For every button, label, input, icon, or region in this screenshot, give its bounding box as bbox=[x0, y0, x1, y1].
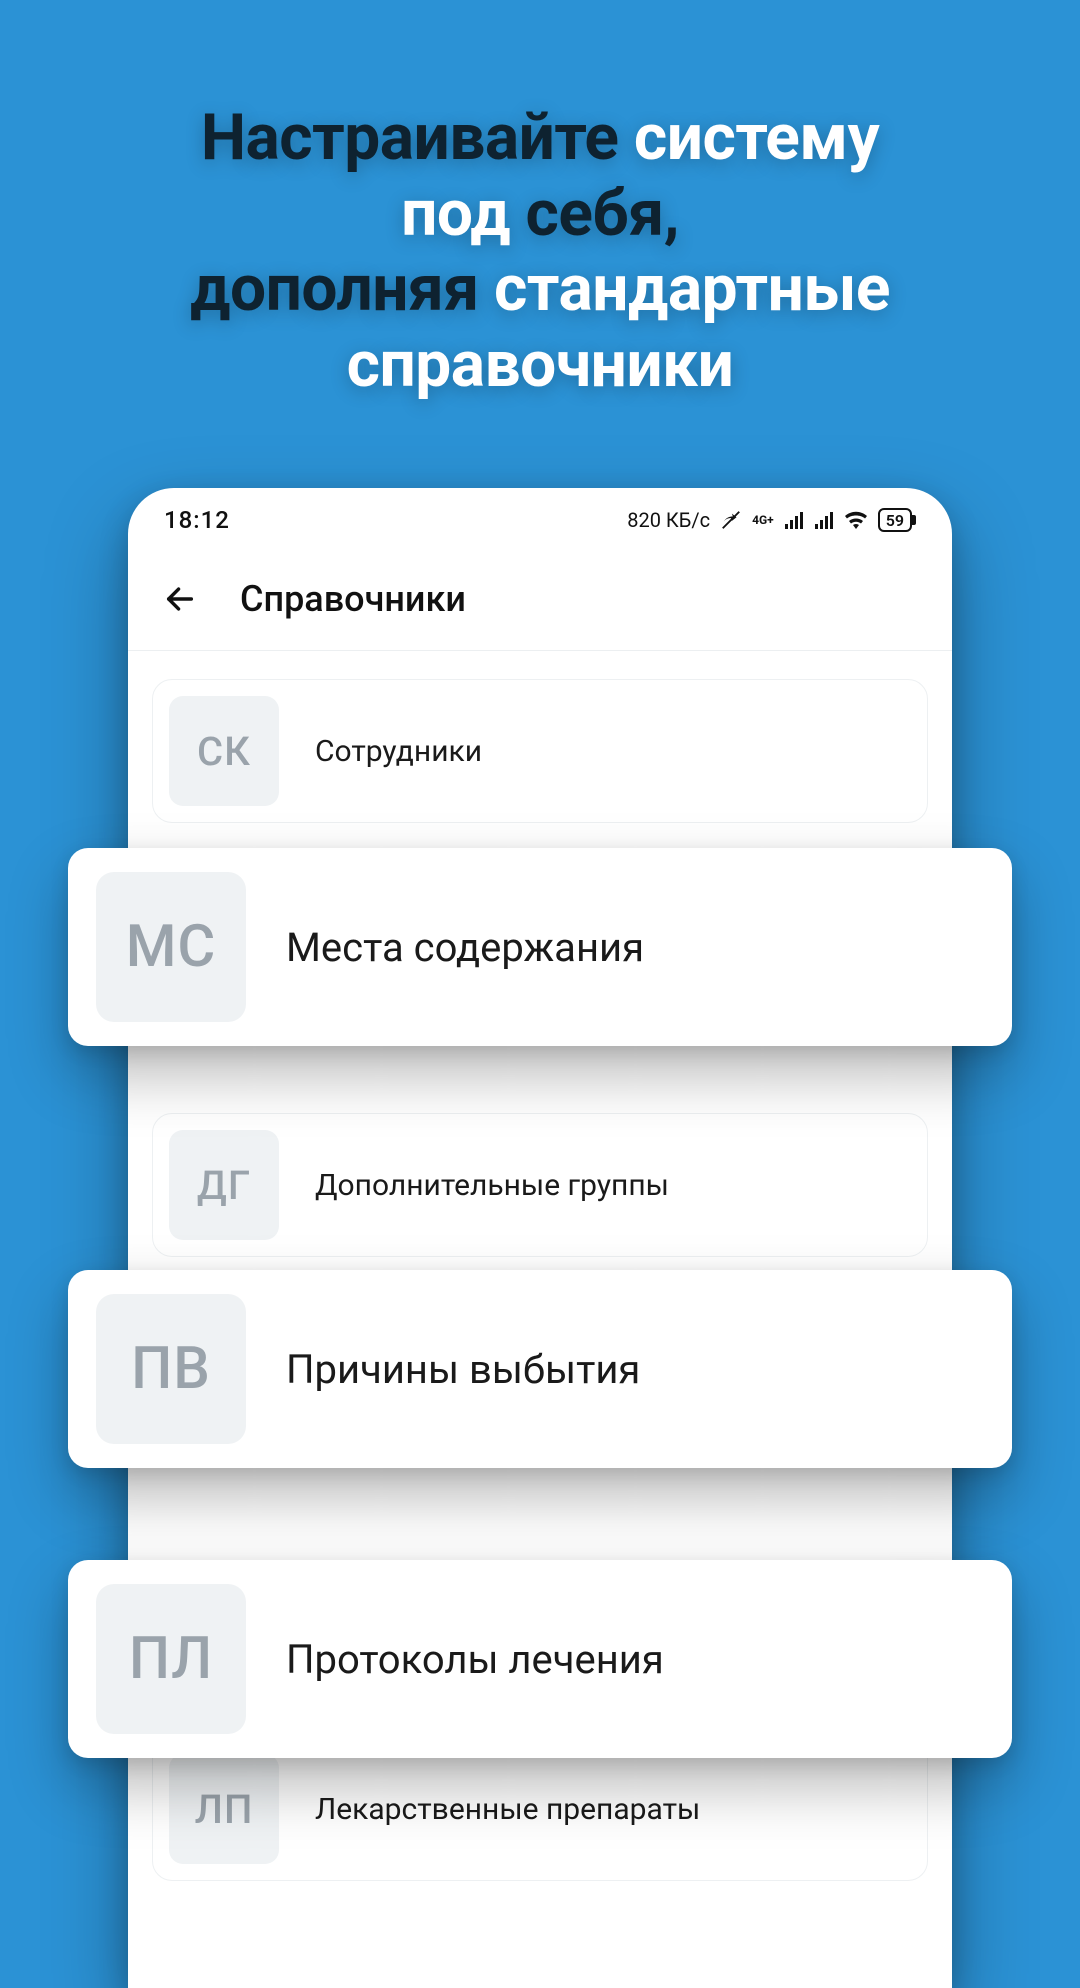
item-label: Дополнительные группы bbox=[315, 1168, 669, 1203]
promo-l1b: систему bbox=[634, 100, 879, 175]
status-time: 18:12 bbox=[164, 506, 230, 534]
status-bar: 18:12 820 КБ/с 4G+ 59 bbox=[128, 488, 952, 552]
item-label: Места содержания bbox=[286, 924, 644, 971]
list-item-drugs[interactable]: ЛП Лекарственные препараты bbox=[152, 1737, 928, 1881]
status-speed: 820 КБ/с bbox=[627, 508, 710, 532]
app-bar: Справочники bbox=[128, 552, 952, 651]
list-item-staff[interactable]: СК Сотрудники bbox=[152, 679, 928, 823]
promo-l2a: под bbox=[401, 176, 525, 251]
item-label: Протоколы лечения bbox=[286, 1636, 664, 1683]
avatar-abbr: МС bbox=[96, 872, 246, 1022]
promo-l1a: Настраивайте bbox=[201, 100, 634, 175]
back-button[interactable] bbox=[160, 579, 200, 619]
battery-icon: 59 bbox=[878, 508, 916, 532]
list-item-disposal[interactable]: ПВ Причины выбытия bbox=[68, 1270, 1012, 1468]
list-item-places[interactable]: МС Места содержания bbox=[68, 848, 1012, 1046]
signal-icon bbox=[784, 511, 804, 529]
avatar-abbr: ДГ bbox=[169, 1130, 279, 1240]
signal2-icon bbox=[814, 511, 834, 529]
battery-value: 59 bbox=[886, 511, 904, 530]
promo-l3a: дополняя bbox=[190, 251, 494, 326]
promo-l2b: себя, bbox=[525, 176, 678, 251]
network-4g-icon: 4G+ bbox=[752, 514, 774, 526]
item-label: Причины выбытия bbox=[286, 1346, 640, 1393]
promo-l3b: стандартные bbox=[494, 251, 890, 326]
mute-icon bbox=[720, 509, 742, 531]
avatar-abbr: ЛП bbox=[169, 1754, 279, 1864]
promo-l4: справочники bbox=[347, 327, 734, 402]
avatar-abbr: ПВ bbox=[96, 1294, 246, 1444]
avatar-abbr: ПЛ bbox=[96, 1584, 246, 1734]
promo-headline: Настраивайте систему под себя, дополняя … bbox=[0, 0, 1080, 402]
avatar-abbr: СК bbox=[169, 696, 279, 806]
wifi-icon bbox=[844, 511, 868, 529]
phone-frame: 18:12 820 КБ/с 4G+ 59 bbox=[128, 488, 952, 1988]
list-item-protocols[interactable]: ПЛ Протоколы лечения bbox=[68, 1560, 1012, 1758]
item-label: Сотрудники bbox=[315, 734, 482, 769]
list-item-groups[interactable]: ДГ Дополнительные группы bbox=[152, 1113, 928, 1257]
page-title: Справочники bbox=[240, 578, 466, 620]
item-label: Лекарственные препараты bbox=[315, 1792, 700, 1827]
